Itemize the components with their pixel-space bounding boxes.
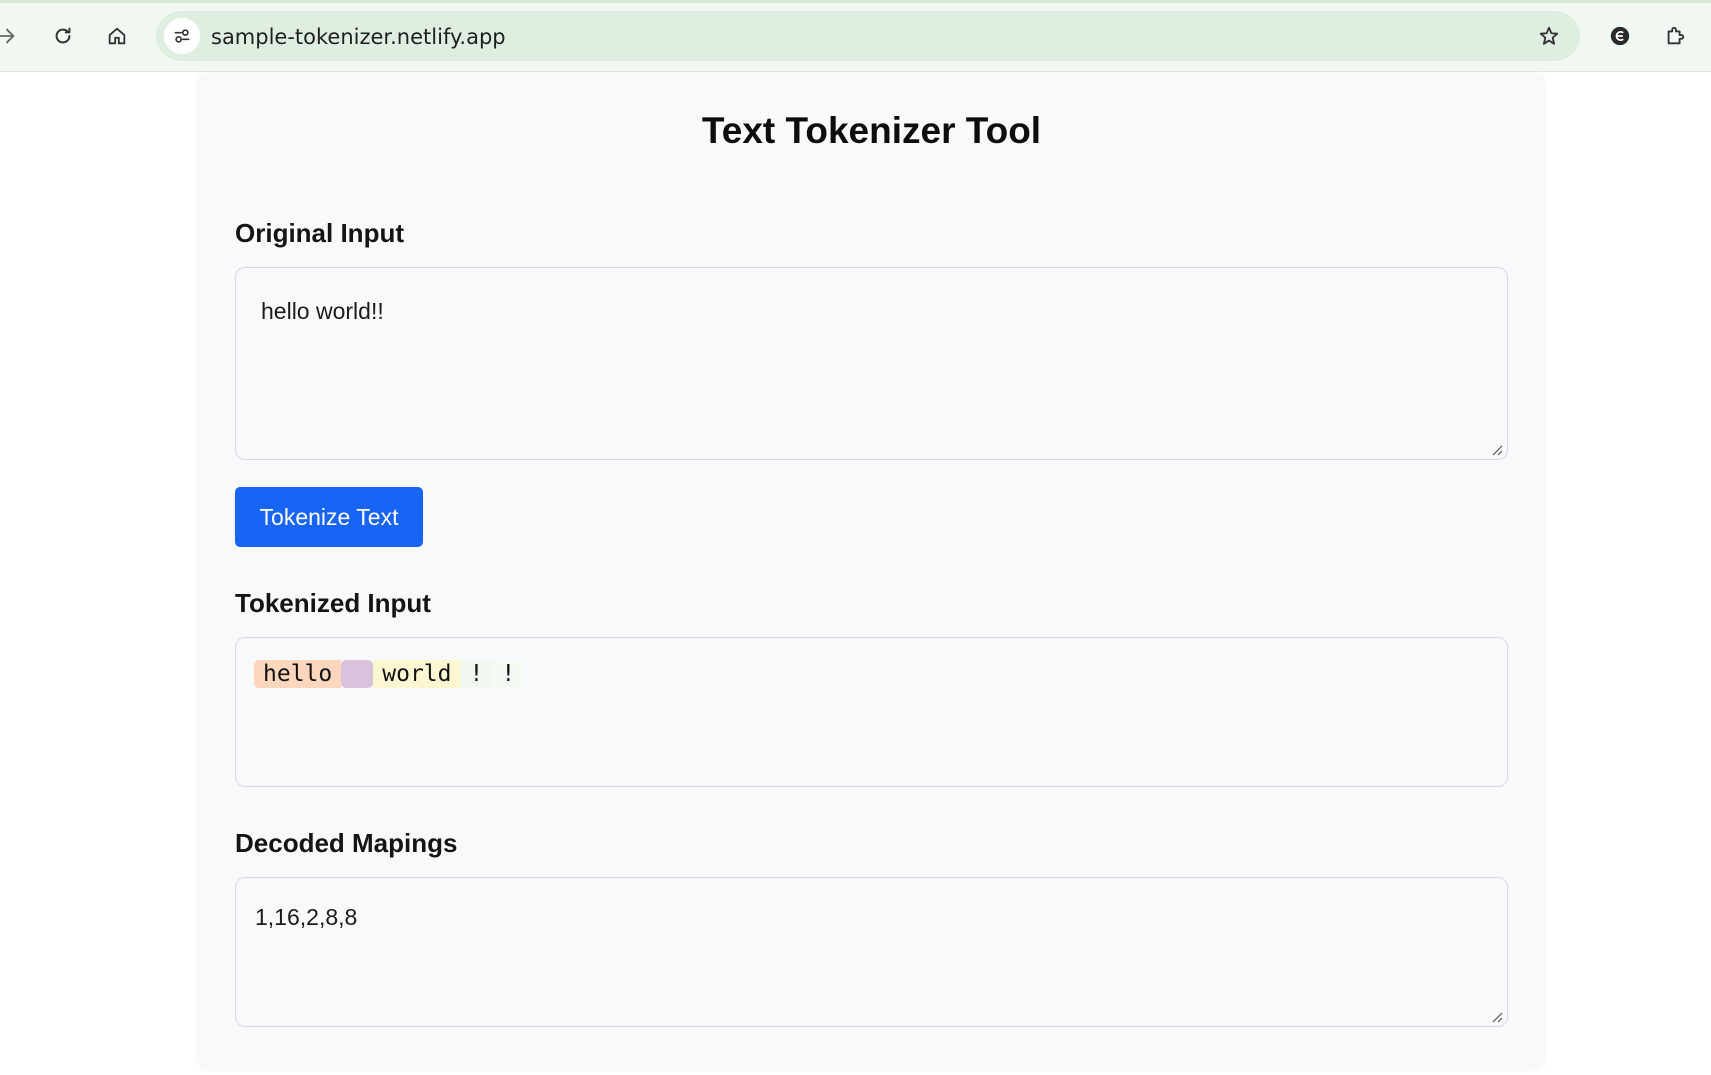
browser-toolbar: sample-tokenizer.netlify.app	[0, 0, 1711, 72]
original-input-label: Original Input	[235, 218, 404, 248]
forward-arrow-icon[interactable]	[0, 18, 24, 54]
tab-strip-edge	[0, 0, 1711, 3]
tokenized-output-box: hello world!!	[235, 637, 1508, 787]
profile-extension-icon[interactable]	[1602, 18, 1638, 54]
bookmark-star-icon[interactable]	[1532, 19, 1566, 53]
extensions-puzzle-icon[interactable]	[1657, 18, 1693, 54]
decoded-mappings-textarea[interactable]: 1,16,2,8,8	[235, 877, 1508, 1027]
decoded-mappings-label: Decoded Mapings	[235, 828, 458, 858]
token-chip: world	[373, 660, 461, 688]
token-chip: hello	[254, 660, 342, 688]
address-bar[interactable]: sample-tokenizer.netlify.app	[156, 11, 1580, 61]
resize-handle-icon[interactable]	[1491, 1011, 1503, 1023]
original-input-value: hello world!!	[261, 298, 384, 324]
tokenized-input-label: Tokenized Input	[235, 588, 431, 618]
site-info-icon[interactable]	[164, 18, 200, 54]
tokenizer-card: Text Tokenizer Tool Original Input hello…	[199, 74, 1544, 1069]
token-chip: !	[460, 660, 493, 688]
page-title: Text Tokenizer Tool	[701, 110, 1042, 151]
url-text: sample-tokenizer.netlify.app	[211, 25, 506, 49]
token-list: hello world!!	[254, 660, 525, 688]
reload-icon[interactable]	[45, 18, 81, 54]
decoded-mappings-value: 1,16,2,8,8	[255, 904, 358, 930]
original-input-textarea[interactable]: hello world!!	[235, 267, 1508, 460]
resize-handle-icon[interactable]	[1491, 444, 1503, 456]
tokenize-button[interactable]: Tokenize Text	[235, 487, 423, 547]
token-chip: !	[492, 660, 525, 688]
home-icon[interactable]	[99, 18, 135, 54]
token-chip	[341, 660, 374, 688]
